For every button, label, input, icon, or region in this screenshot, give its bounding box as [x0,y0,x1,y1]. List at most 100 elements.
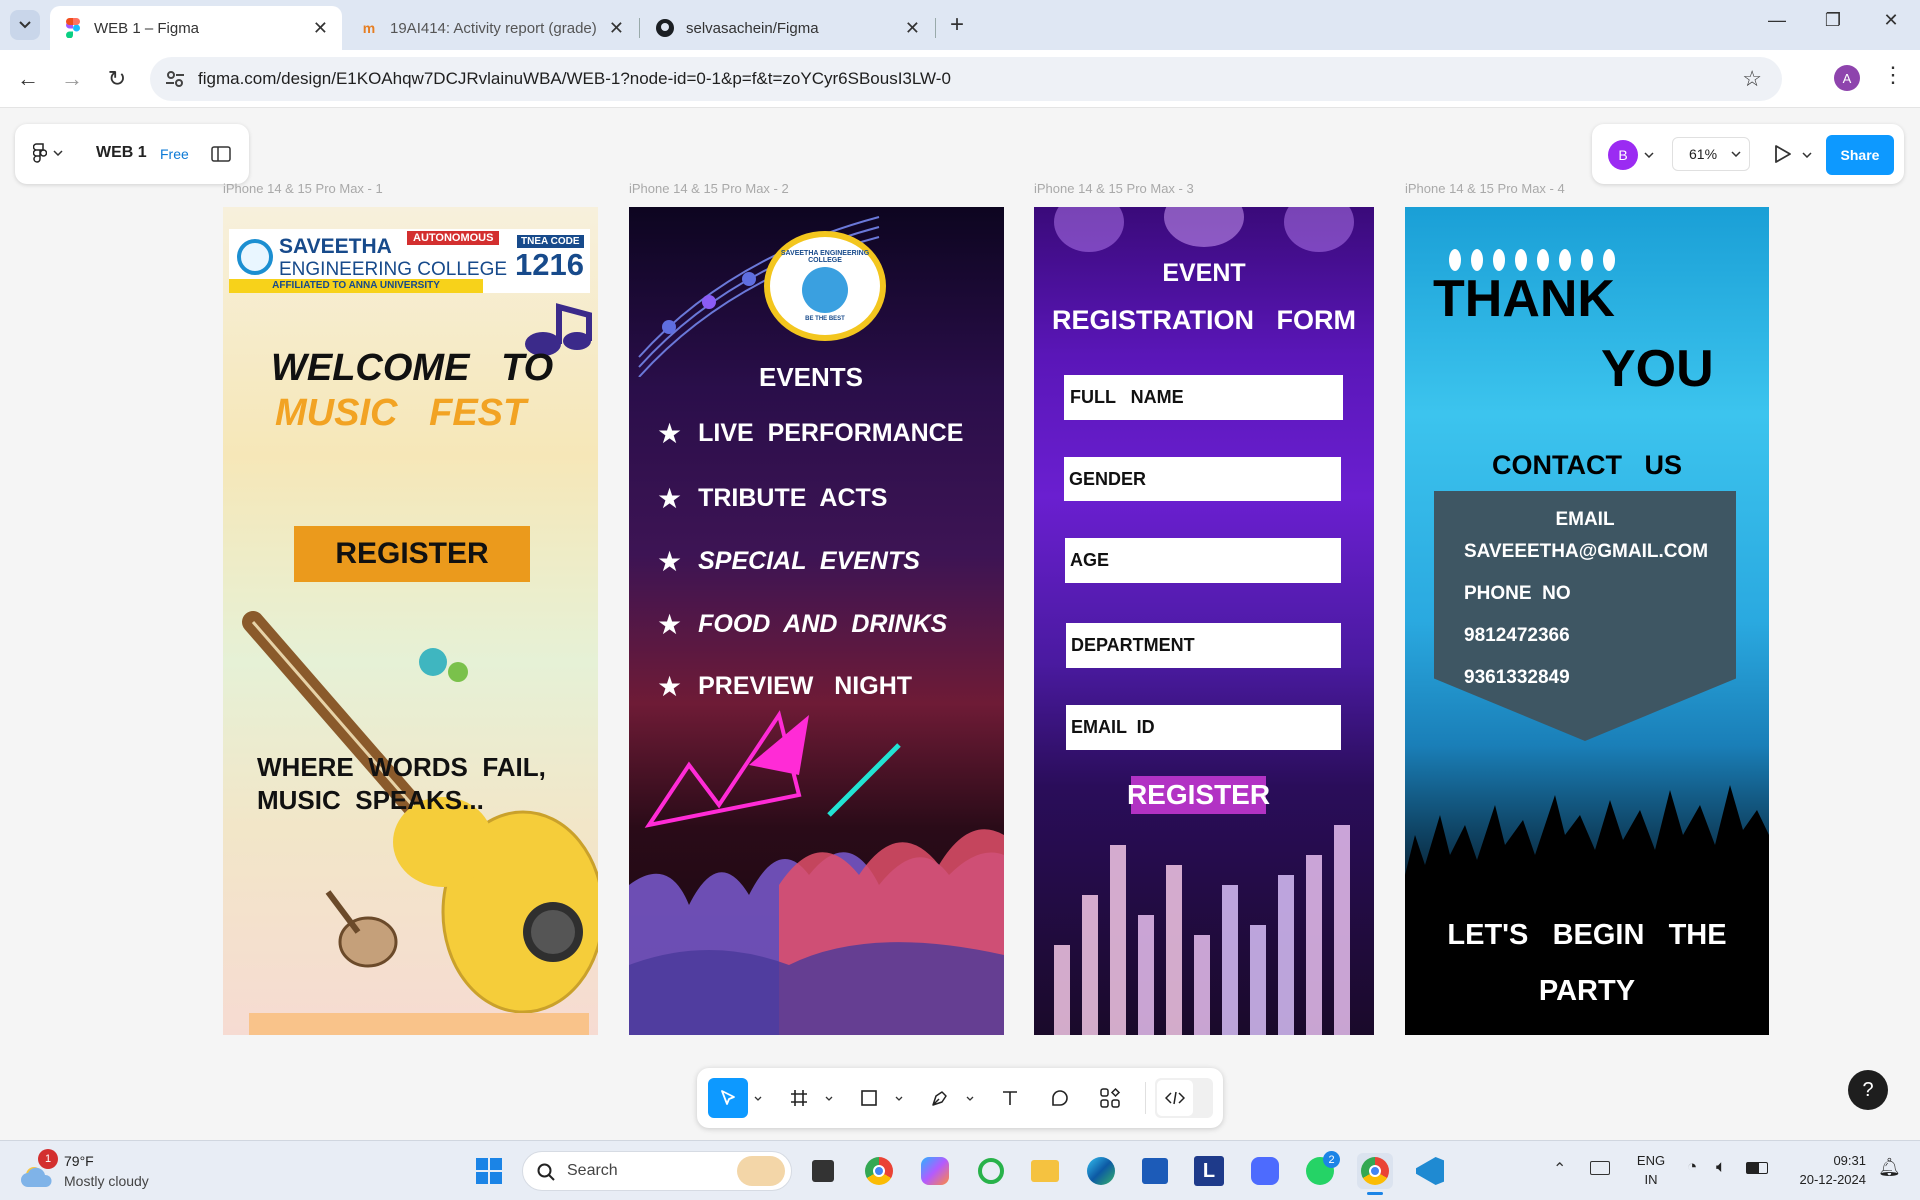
tab-github[interactable]: selvasachein/Figma ✕ [642,6,936,50]
register-button[interactable]: REGISTER [1127,776,1270,814]
file-explorer-icon[interactable] [1027,1153,1063,1189]
refresh-app-icon[interactable] [973,1153,1009,1189]
file-name[interactable]: WEB 1 [96,144,147,162]
url-field[interactable]: figma.com/design/E1KOAhqw7DCJRvlainuWBA/… [150,57,1782,101]
form-title-line1: EVENT [1162,259,1246,287]
gender-field[interactable]: GENDER [1064,457,1341,501]
star-icon: ★ [657,483,683,514]
pen-tool[interactable] [920,1078,960,1118]
copilot-icon[interactable] [917,1153,953,1189]
frame-3-registration[interactable]: EVENT REGISTRATION FORM FULL NAME GENDER… [1034,207,1374,1035]
text-tool[interactable] [990,1078,1030,1118]
reload-icon[interactable]: ↻ [103,65,131,93]
weather-widget[interactable]: 1 79°F Mostly cloudy [20,1149,180,1193]
begin-line1: LET'S BEGIN THE [1447,919,1727,951]
age-field[interactable]: AGE [1065,538,1341,583]
wifi-icon[interactable]: ◔ [1687,1157,1697,1177]
dev-mode-toggle[interactable] [1155,1078,1213,1118]
chevron-down-icon[interactable] [754,1096,762,1101]
welcome-title: WELCOME TO [271,347,554,389]
frame-label-2[interactable]: iPhone 14 & 15 Pro Max - 2 [629,181,789,196]
help-button[interactable]: ? [1848,1070,1888,1110]
frame-4-thank-you[interactable]: THANK YOU CONTACT US EMAIL SAVEEETHA@GMA… [1405,207,1769,1035]
new-tab-icon[interactable]: + [950,11,964,39]
chevron-down-icon[interactable] [825,1096,833,1101]
figma-main-menu[interactable] [33,143,63,163]
full-name-field[interactable]: FULL NAME [1064,375,1343,420]
notification-bell-icon[interactable]: 🔔︎ [1878,1157,1901,1178]
share-button[interactable]: Share [1826,135,1894,175]
frame-label-4[interactable]: iPhone 14 & 15 Pro Max - 4 [1405,181,1565,196]
chrome-active-icon[interactable] [1357,1153,1393,1195]
chevron-down-icon[interactable] [1802,152,1812,158]
taskbar-search-box[interactable]: Search [522,1151,792,1191]
clock[interactable]: 09:31 20-12-2024 [1786,1151,1867,1189]
windows-start-icon[interactable] [471,1153,507,1189]
user-avatar[interactable]: B [1608,140,1638,170]
email-id-field[interactable]: EMAIL ID [1066,705,1341,750]
autonomous-badge: AUTONOMOUS [407,231,500,245]
college-name-line1: SAVEETHA [279,235,392,258]
arc-app-icon[interactable] [1247,1153,1283,1189]
frame-label-3[interactable]: iPhone 14 & 15 Pro Max - 3 [1034,181,1194,196]
frame-2-events[interactable]: SAVEETHA ENGINEERING COLLEGE BE THE BEST… [629,207,1004,1035]
college-emblem: SAVEETHA ENGINEERING COLLEGE BE THE BEST [764,231,886,341]
more-menu-icon[interactable]: ⋮ [1882,62,1904,88]
thank-title: THANK [1433,270,1615,328]
keyboard-icon[interactable] [1590,1161,1610,1175]
forward-arrow-icon[interactable]: → [58,65,86,93]
whatsapp-badge: 2 [1323,1151,1340,1168]
close-icon[interactable]: ✕ [313,18,328,39]
minimize-icon[interactable]: — [1762,10,1792,31]
move-tool[interactable] [708,1078,748,1118]
close-icon[interactable]: ✕ [905,18,920,39]
components-tool[interactable] [1090,1078,1130,1118]
microsoft-store-icon[interactable] [1137,1153,1173,1189]
edge-icon[interactable] [1083,1153,1119,1189]
tray-overflow-icon[interactable]: ⌃ [1553,1159,1566,1179]
close-icon[interactable]: ✕ [609,18,624,39]
college-banner: SAVEETHA ENGINEERING COLLEGE AUTONOMOUS … [229,229,590,293]
bookmark-star-icon[interactable]: ☆ [1742,66,1762,92]
battery-icon[interactable] [1746,1162,1768,1174]
emblem-center-icon [802,267,848,313]
zoom-dropdown[interactable]: 61% [1672,137,1750,171]
present-play-icon[interactable] [1774,144,1792,164]
tnea-code: 1216 [515,247,584,282]
profile-avatar[interactable]: A [1834,65,1860,91]
register-button[interactable]: REGISTER [294,526,530,582]
restore-icon[interactable]: ❐ [1818,10,1848,31]
frame-1-welcome[interactable]: SAVEETHA ENGINEERING COLLEGE AUTONOMOUS … [223,207,598,1035]
l-app-icon[interactable]: L [1191,1153,1227,1189]
site-info-icon[interactable] [164,68,186,90]
chevron-down-icon[interactable] [966,1096,974,1101]
frame-tool[interactable] [779,1078,819,1118]
chevron-down-icon[interactable] [895,1096,903,1101]
panel-toggle-icon[interactable] [211,146,231,162]
chevron-down-icon[interactable] [1644,152,1654,158]
frame-label-1[interactable]: iPhone 14 & 15 Pro Max - 1 [223,181,383,196]
whatsapp-icon[interactable]: 2 [1302,1151,1340,1189]
chrome-icon[interactable] [861,1153,897,1189]
rectangle-tool[interactable] [849,1078,889,1118]
tab-activity-report[interactable]: m 19AI414: Activity report (grade) ✕ [346,6,640,50]
address-bar-row: ← → ↻ figma.com/design/E1KOAhqw7DCJRvlai… [0,50,1920,108]
back-arrow-icon[interactable]: ← [14,65,42,93]
event-item: ★ FOOD AND DRINKS [657,608,947,641]
chevron-down-icon [1731,151,1741,157]
windows-taskbar: 1 79°F Mostly cloudy Search L 2 ⌃ ENG IN… [0,1140,1920,1200]
task-view-icon[interactable] [805,1153,841,1189]
language-indicator[interactable]: ENG IN [1634,1151,1668,1189]
vscode-icon[interactable] [1412,1153,1448,1189]
tab-search-dropdown[interactable] [10,10,40,40]
equalizer-bars-image [1054,825,1350,1035]
tab-separator [935,18,936,38]
figma-top-right-panel: B 61% Share [1592,124,1904,184]
comment-tool[interactable] [1040,1078,1080,1118]
volume-icon[interactable]: 🔈︎ [1716,1157,1726,1177]
affiliation-strip: AFFILIATED TO ANNA UNIVERSITY [229,279,483,293]
department-field[interactable]: DEPARTMENT [1066,623,1341,668]
tab-figma[interactable]: WEB 1 – Figma ✕ [50,6,342,50]
window-close-icon[interactable]: ✕ [1876,10,1906,31]
plan-badge[interactable]: Free [160,146,189,162]
